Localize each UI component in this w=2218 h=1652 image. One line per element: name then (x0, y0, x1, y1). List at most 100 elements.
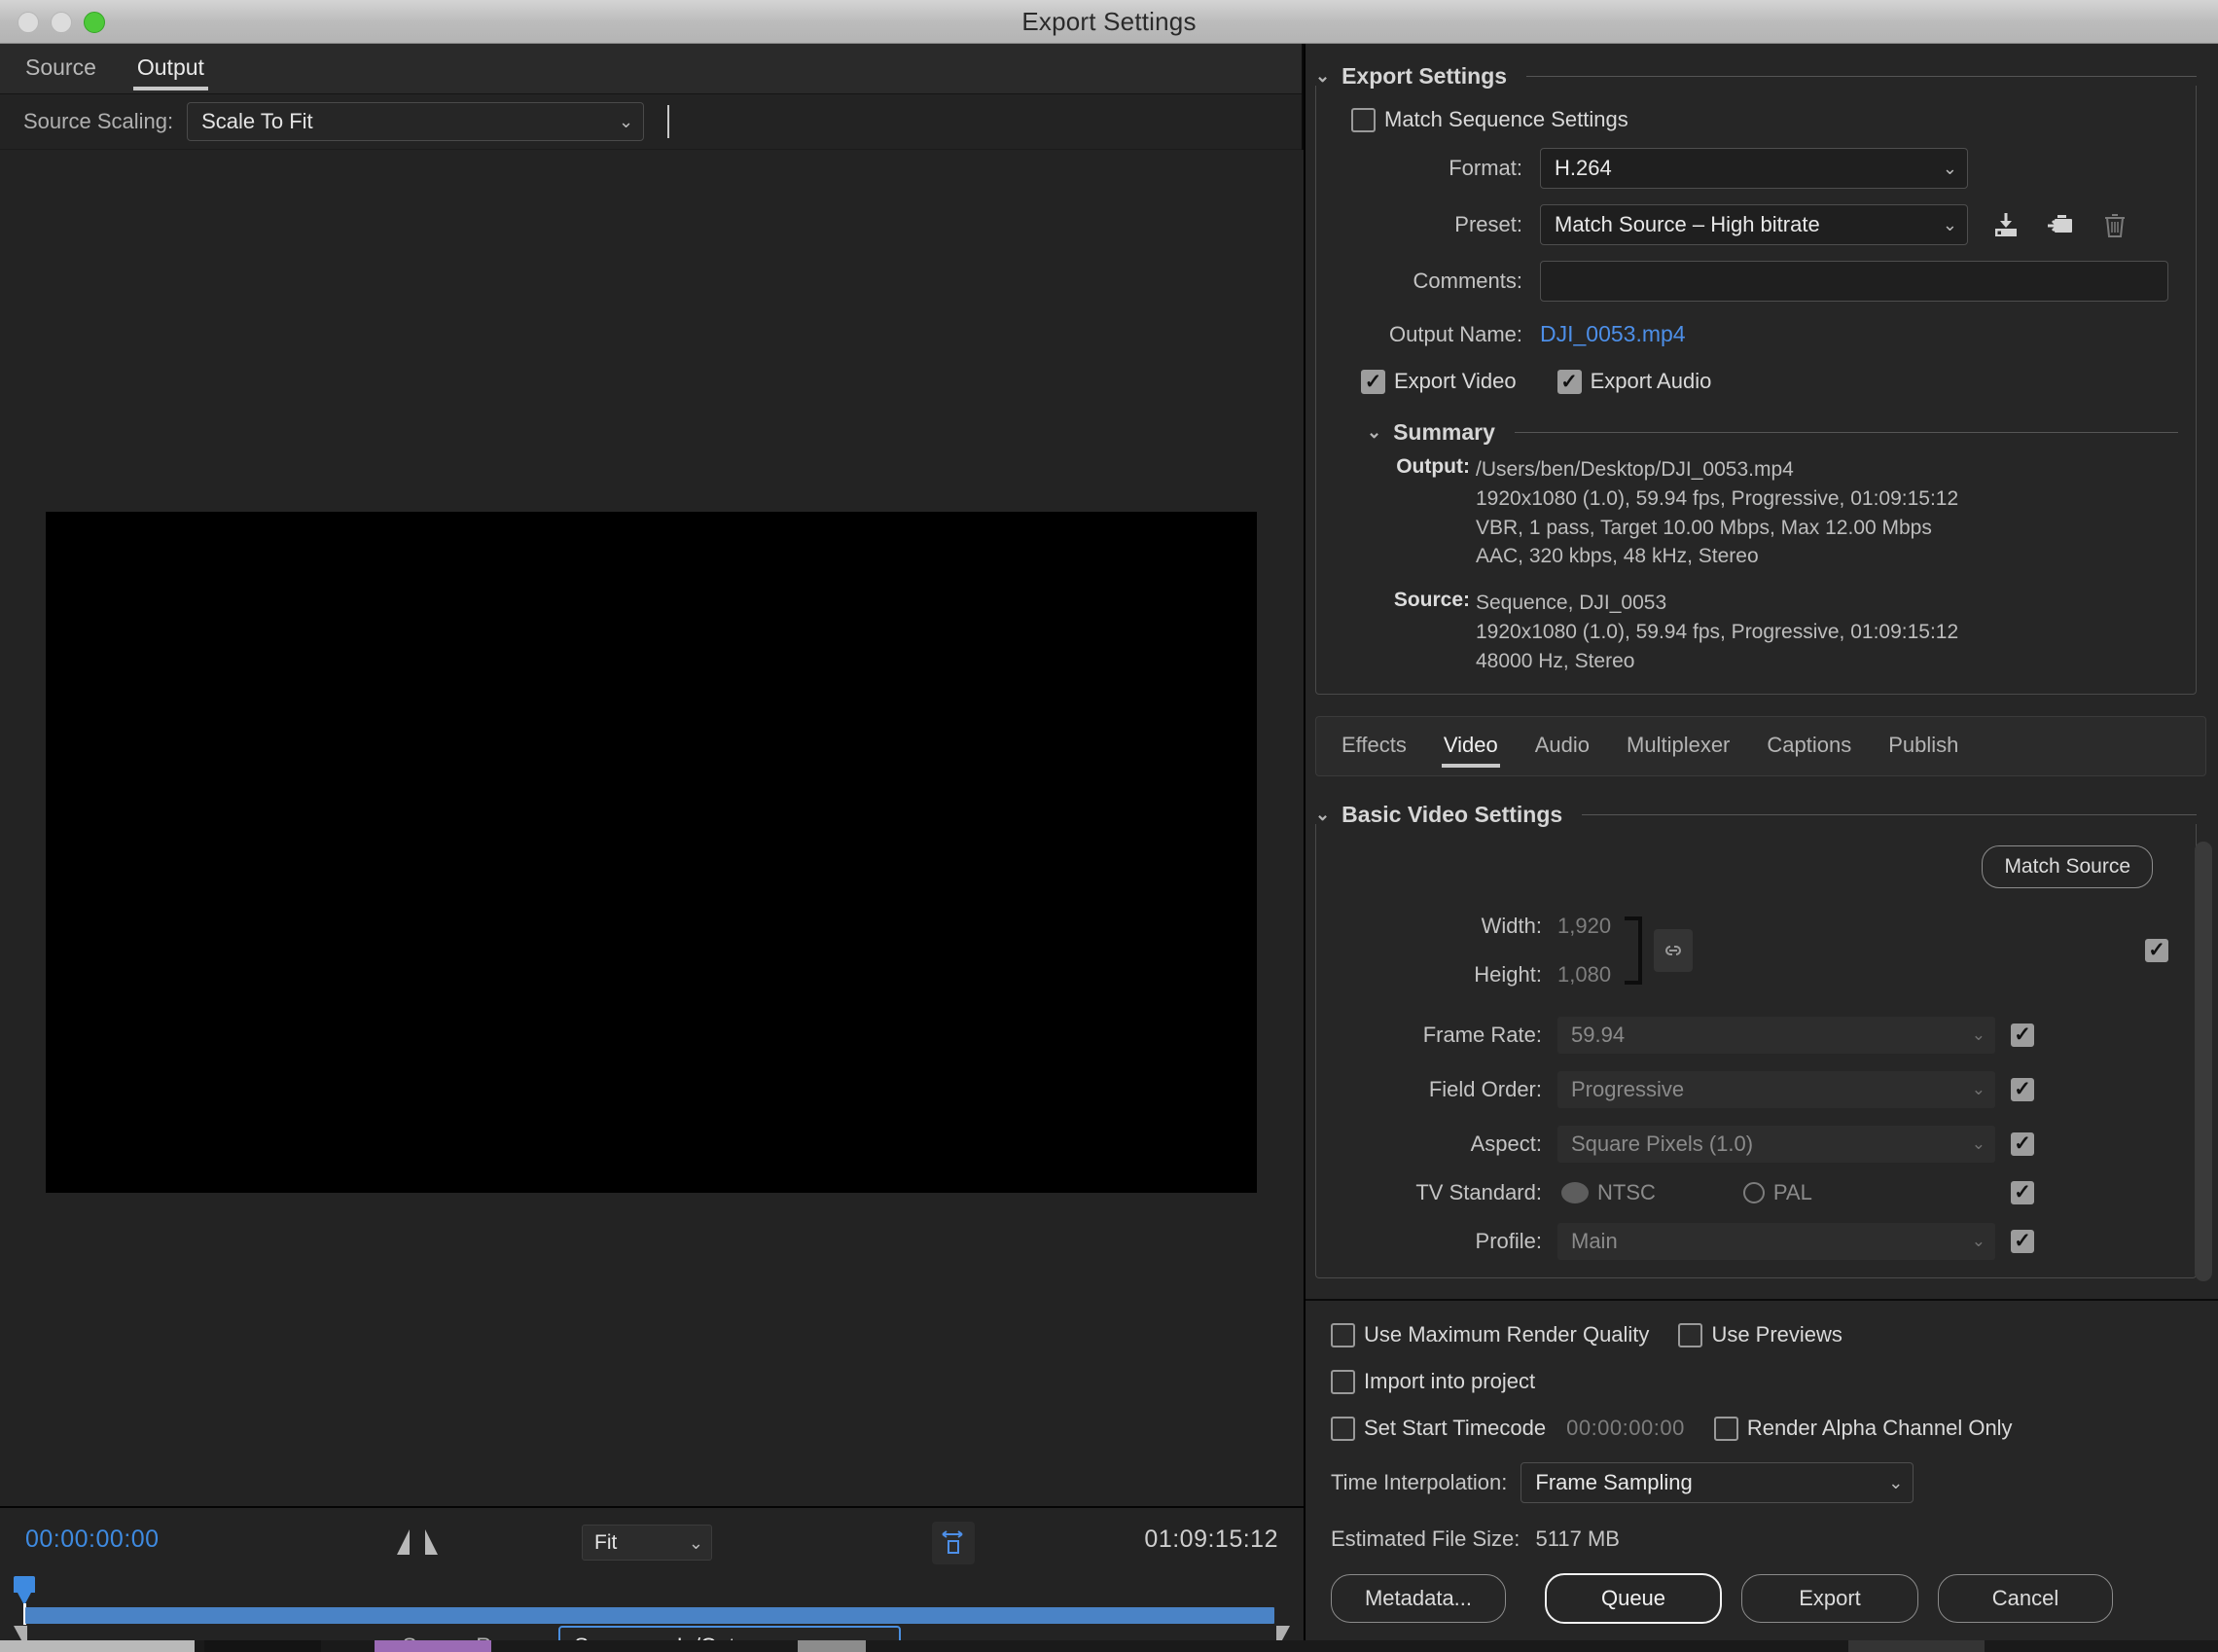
format-label: Format: (1449, 156, 1522, 180)
tv-standard-pal-option[interactable]: PAL (1742, 1179, 1812, 1205)
chevron-down-icon[interactable]: ⌄ (1315, 805, 1330, 825)
subtab-video[interactable]: Video (1441, 723, 1500, 770)
field-order-select[interactable]: Progressive ⌄ (1557, 1070, 1995, 1108)
time-interpolation-row: Time Interpolation: Frame Sampling ⌄ (1306, 1462, 2218, 1503)
import-project-row: Import into project (1306, 1369, 2218, 1394)
tv-standard-ntsc-label: NTSC (1597, 1179, 1656, 1204)
playhead-handle[interactable] (14, 1576, 35, 1605)
export-options-panel: Use Maximum Render Quality Use Previews … (1306, 1299, 2218, 1652)
fit-frame-size-button[interactable] (932, 1522, 975, 1564)
import-into-project-checkbox[interactable] (1331, 1369, 1355, 1394)
export-button[interactable]: Export (1741, 1574, 1918, 1623)
set-start-timecode-checkbox[interactable] (1331, 1416, 1355, 1441)
basic-video-title-label: Basic Video Settings (1342, 801, 1563, 827)
height-value[interactable]: 1,080 (1557, 962, 1611, 988)
aspect-link-bracket (1625, 916, 1643, 985)
output-name-link[interactable]: DJI_0053.mp4 (1540, 321, 1686, 347)
source-scaling-select[interactable]: Scale To Fit ⌄ (187, 102, 645, 141)
queue-button[interactable]: Queue (1545, 1573, 1722, 1624)
link-dimensions-button[interactable] (1654, 928, 1694, 972)
mark-out-icon[interactable] (425, 1529, 438, 1555)
width-value[interactable]: 1,920 (1557, 914, 1611, 939)
render-alpha-row[interactable]: Render Alpha Channel Only (1713, 1416, 2013, 1441)
profile-checkbox[interactable] (2011, 1229, 2034, 1253)
summary-line: 1920x1080 (1.0), 59.94 fps, Progressive,… (1476, 486, 1959, 510)
match-sequence-settings-checkbox[interactable] (1351, 107, 1376, 132)
frame-rate-checkbox[interactable] (2011, 1023, 2034, 1047)
tv-standard-pal-label: PAL (1772, 1179, 1812, 1204)
preset-select[interactable]: Match Source – High bitrate ⌄ (1540, 204, 1968, 245)
current-timecode[interactable]: 00:00:00:00 (25, 1526, 160, 1554)
chevron-down-icon[interactable]: ⌄ (1367, 422, 1381, 443)
summary-title-row[interactable]: ⌄ Summary (1367, 419, 2178, 446)
video-preview-area[interactable] (0, 150, 1304, 1506)
width-height-check[interactable] (2145, 938, 2168, 962)
chevron-down-icon: ⌄ (1971, 1231, 1985, 1250)
set-start-timecode-row[interactable]: Set Start Timecode 00:00:00:00 (1331, 1416, 1685, 1441)
subtab-audio[interactable]: Audio (1533, 723, 1592, 770)
background-chip (375, 1640, 491, 1652)
estimated-file-size-label: Estimated File Size: (1331, 1526, 1520, 1551)
settings-scrollbar[interactable] (2195, 842, 2212, 1281)
match-source-button[interactable]: Match Source (1982, 844, 2153, 888)
metadata-button[interactable]: Metadata... (1331, 1574, 1506, 1623)
time-interpolation-select[interactable]: Frame Sampling ⌄ (1520, 1462, 1914, 1503)
scrub-bar[interactable] (25, 1607, 1274, 1624)
field-order-checkbox[interactable] (2011, 1077, 2034, 1101)
comments-row: Comments: (1334, 261, 2178, 302)
summary-line: AAC, 320 kbps, 48 kHz, Stereo (1476, 545, 1759, 568)
aspect-select[interactable]: Square Pixels (1.0) ⌄ (1557, 1125, 1995, 1163)
tv-standard-ntsc-option[interactable]: NTSC (1561, 1180, 1656, 1205)
render-alpha-channel-checkbox[interactable] (1713, 1416, 1738, 1441)
import-into-project-row[interactable]: Import into project (1331, 1369, 1535, 1394)
width-height-checkbox[interactable] (2145, 938, 2168, 962)
subtab-effects[interactable]: Effects (1340, 723, 1409, 770)
close-window-button[interactable] (18, 11, 39, 33)
use-max-render-quality-checkbox[interactable] (1331, 1322, 1355, 1347)
export-audio-checkbox[interactable] (1556, 369, 1582, 394)
scrub-area[interactable] (0, 1574, 1304, 1651)
mark-in-icon[interactable] (397, 1529, 410, 1555)
radio-ntsc-icon[interactable] (1561, 1181, 1589, 1203)
match-sequence-settings-row[interactable]: Match Sequence Settings (1334, 107, 2178, 132)
format-select[interactable]: H.264 ⌄ (1540, 148, 1968, 189)
subtab-captions[interactable]: Captions (1765, 723, 1853, 770)
basic-video-group-body: Match Source Width: 1,920 Height: 1,080 (1315, 823, 2197, 1278)
export-audio-row[interactable]: Export Audio (1556, 369, 1711, 394)
field-order-row: Field Order: Progressive ⌄ (1334, 1070, 2178, 1108)
subtab-multiplexer[interactable]: Multiplexer (1625, 723, 1732, 770)
frame-rate-select[interactable]: 59.94 ⌄ (1557, 1016, 1995, 1054)
comments-input[interactable] (1540, 261, 2168, 302)
save-preset-icon[interactable] (1989, 208, 2022, 241)
use-previews-row[interactable]: Use Previews (1678, 1322, 1842, 1347)
radio-pal-icon[interactable] (1742, 1181, 1765, 1203)
export-settings-window: Export Settings Source Output Source Sca… (0, 0, 2218, 1652)
aspect-checkbox[interactable] (2011, 1131, 2034, 1156)
tv-standard-checkbox[interactable] (2011, 1180, 2034, 1204)
delete-preset-icon (2098, 208, 2131, 241)
start-timecode-value[interactable]: 00:00:00:00 (1566, 1416, 1685, 1441)
profile-select[interactable]: Main ⌄ (1557, 1222, 1995, 1260)
chevron-down-icon: ⌄ (1942, 158, 1957, 178)
tab-output[interactable]: Output (132, 47, 208, 90)
chevron-down-icon: ⌄ (619, 112, 634, 131)
minimize-window-button[interactable] (51, 11, 72, 33)
preset-value: Match Source – High bitrate (1555, 212, 1820, 236)
tab-source[interactable]: Source (21, 47, 100, 90)
zoom-level-select[interactable]: Fit ⌄ (582, 1525, 712, 1561)
use-max-render-quality-row[interactable]: Use Maximum Render Quality (1331, 1322, 1649, 1347)
height-row: Height: 1,080 (1334, 962, 1611, 988)
format-row: Format: H.264 ⌄ (1334, 148, 2178, 189)
maximize-window-button[interactable] (84, 11, 105, 33)
export-video-checkbox[interactable] (1361, 369, 1385, 394)
chevron-down-icon: ⌄ (1971, 1079, 1985, 1098)
export-video-row[interactable]: Export Video (1361, 369, 1517, 394)
cancel-button[interactable]: Cancel (1938, 1574, 2113, 1623)
import-preset-icon[interactable] (2044, 208, 2077, 241)
profile-value: Main (1571, 1228, 1618, 1253)
profile-row: Profile: Main ⌄ (1334, 1222, 2178, 1260)
preview-pane: Source Output Source Scaling: Scale To F… (0, 44, 1304, 1652)
chevron-down-icon[interactable]: ⌄ (1315, 66, 1330, 87)
use-previews-checkbox[interactable] (1678, 1322, 1703, 1347)
subtab-publish[interactable]: Publish (1886, 723, 1960, 770)
